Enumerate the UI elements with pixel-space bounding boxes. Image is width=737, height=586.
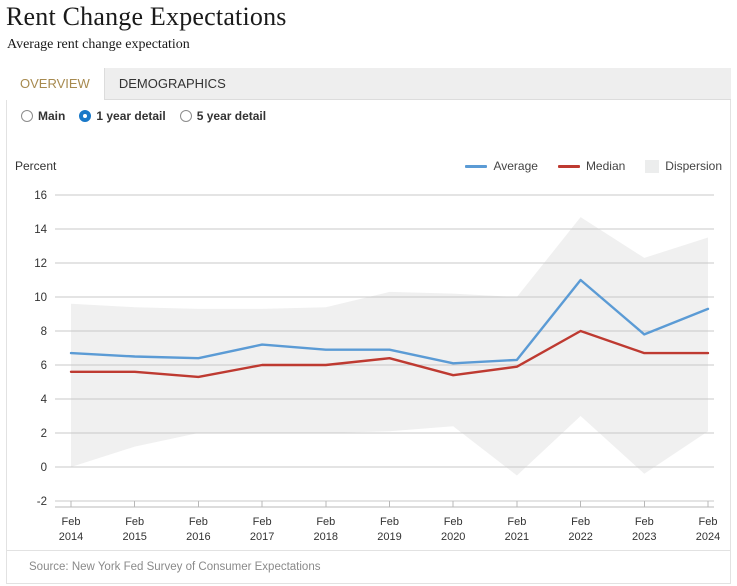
x-tick-label-month: Feb xyxy=(380,516,399,528)
radio-5-year-detail-dot xyxy=(179,110,192,122)
x-tick-label-year: 2023 xyxy=(632,531,656,543)
radio-group: Main 1 year detail 5 year detail xyxy=(6,100,731,132)
x-tick-label-year: 2024 xyxy=(696,531,720,543)
radio-1-year-detail[interactable]: 1 year detail xyxy=(79,100,166,132)
x-tick-label-month: Feb xyxy=(316,516,335,528)
source-note: Source: New York Fed Survey of Consumer … xyxy=(29,561,321,573)
x-tick-label-month: Feb xyxy=(189,516,208,528)
y-tick-label: 2 xyxy=(41,428,47,440)
x-tick-label-month: Feb xyxy=(699,516,718,528)
x-tick-label-year: 2018 xyxy=(314,531,338,543)
y-tick-label: 8 xyxy=(41,326,47,338)
x-tick-label-year: 2017 xyxy=(250,531,274,543)
y-tick-label: 0 xyxy=(41,462,47,474)
radio-5-year-detail[interactable]: 5 year detail xyxy=(179,100,267,132)
radio-main[interactable]: Main xyxy=(21,100,65,132)
x-tick-label-year: 2016 xyxy=(186,531,210,543)
page-title: Rent Change Expectations xyxy=(6,2,287,31)
y-tick-label: 10 xyxy=(34,292,47,304)
radio-main-label: Main xyxy=(38,109,66,123)
y-tick-label: 12 xyxy=(34,258,47,270)
x-tick-label-year: 2021 xyxy=(505,531,529,543)
dispersion-band xyxy=(71,217,708,476)
x-tick-label-month: Feb xyxy=(507,516,526,528)
x-tick-label-month: Feb xyxy=(444,516,463,528)
x-tick-label-month: Feb xyxy=(635,516,654,528)
page-subtitle: Average rent change expectation xyxy=(7,37,190,52)
x-tick-label-month: Feb xyxy=(253,516,272,528)
x-tick-label-year: 2020 xyxy=(441,531,465,543)
chart-panel: Percent Average Median Dispersion -2 0 2 4 6… xyxy=(6,132,731,550)
radio-5-year-detail-label: 5 year detail xyxy=(196,109,267,123)
radio-main-dot xyxy=(21,110,33,122)
x-tick-label-year: 2015 xyxy=(122,531,146,543)
y-tick-label: 4 xyxy=(41,394,48,406)
tab-overview[interactable]: OVERVIEW xyxy=(6,68,105,100)
y-tick-label: 14 xyxy=(34,224,47,236)
x-tick-label-month: Feb xyxy=(571,516,590,528)
y-tick-label: -2 xyxy=(37,496,47,508)
radio-1-year-detail-label: 1 year detail xyxy=(96,109,166,123)
y-tick-label: 6 xyxy=(41,360,47,372)
x-tick-label-year: 2022 xyxy=(568,531,592,543)
tab-bar: OVERVIEW DEMOGRAPHICS xyxy=(6,68,731,100)
radio-1-year-detail-dot xyxy=(79,110,92,122)
tab-demographics[interactable]: DEMOGRAPHICS xyxy=(105,68,240,100)
chart-page: Rent Change Expectations Average rent ch… xyxy=(0,0,737,586)
y-tick-label: 16 xyxy=(34,190,47,202)
x-tick-label-month: Feb xyxy=(62,516,81,528)
x-tick-label-month: Feb xyxy=(125,516,144,528)
x-tick-label-year: 2014 xyxy=(59,531,83,543)
chart-footer: Source: New York Fed Survey of Consumer … xyxy=(6,550,731,584)
chart-plot-area: -2 0 2 4 6 8 10 12 14 16 Feb 2014 Feb 2015 Feb 2016 Feb 2… xyxy=(34,190,720,543)
x-tick-label-year: 2019 xyxy=(377,531,401,543)
